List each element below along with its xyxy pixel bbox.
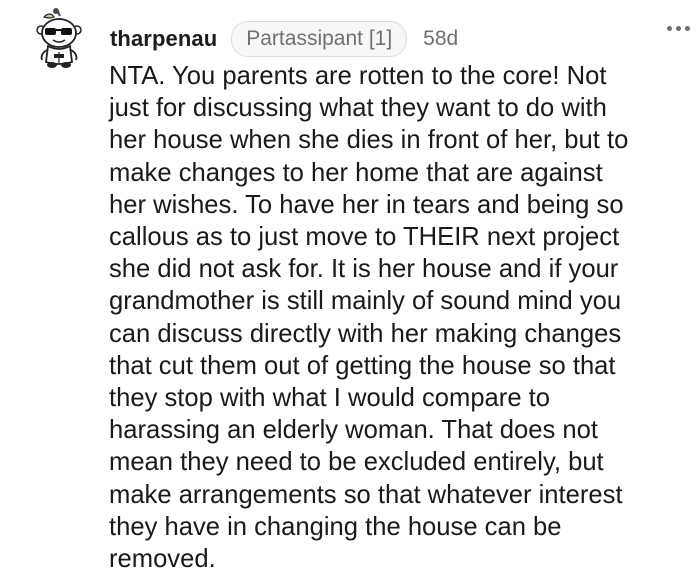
comment-body-line: harassing an elderly woman. That does no…	[109, 416, 598, 445]
user-avatar[interactable]	[30, 8, 92, 70]
user-flair-badge: Partassipant [1]	[231, 21, 408, 57]
comment-body: NTA. You parents are rotten to the core!…	[109, 60, 694, 575]
comment-body-line: make arrangements so that whatever inter…	[109, 480, 623, 509]
comment-body-line: removed.	[109, 545, 216, 574]
comment-header: tharpenau Partassipant [1] 58d	[110, 20, 458, 58]
snoo-avatar-with-sunglasses-icon	[36, 8, 82, 68]
comment-body-line: callous as to just move to THEIR next pr…	[109, 223, 620, 252]
comment-body-line: mean they need to be excluded entirely, …	[109, 448, 604, 477]
comment-body-line: can discuss directly with her making cha…	[109, 319, 622, 348]
comment-body-line: grandmother is still mainly of sound min…	[109, 287, 622, 316]
comment-body-line: they stop with what I would compare to	[109, 384, 551, 413]
comment-body-line: her wishes. To have her in tears and bei…	[109, 190, 624, 219]
username-link[interactable]: tharpenau	[110, 26, 217, 52]
comment-body-line: just for discussing what they want to do…	[109, 94, 607, 123]
more-options-icon[interactable]	[667, 26, 690, 31]
comment-body-line: they have in changing the house can be	[109, 512, 562, 541]
comment: tharpenau Partassipant [1] 58d NTA. You …	[0, 0, 700, 580]
comment-body-line: NTA. You parents are rotten to the core!…	[109, 62, 607, 90]
comment-body-line: make changes to her home that are agains…	[109, 158, 603, 187]
comment-body-line: her house when she dies in front of her,…	[109, 126, 629, 155]
comment-body-line: that cut them out of getting the house s…	[109, 351, 616, 380]
comment-body-line: she did not ask for. It is her house and…	[109, 255, 619, 284]
comment-timestamp[interactable]: 58d	[423, 27, 458, 51]
